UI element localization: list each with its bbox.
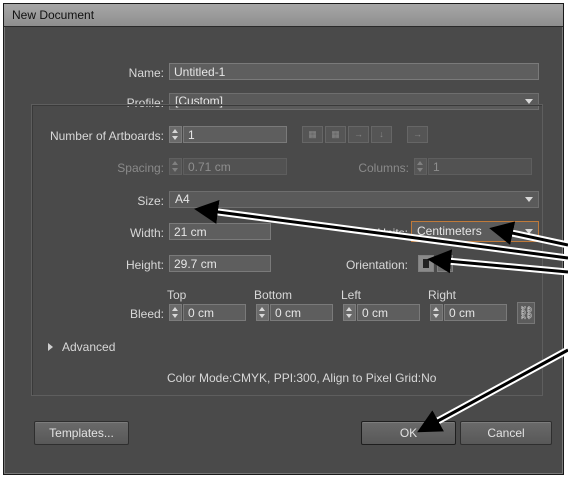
grid-by-column-icon[interactable]: ▦ <box>325 126 346 143</box>
grid-by-row-icon[interactable]: ▦ <box>302 126 323 143</box>
arrange-by-column-icon[interactable]: ↓ <box>371 126 392 143</box>
cancel-button[interactable]: Cancel <box>460 421 552 445</box>
height-label: Height: <box>125 258 164 272</box>
height-field[interactable]: 29.7 cm <box>169 255 271 272</box>
bleed-bottom-label: Bottom <box>254 288 293 302</box>
spacing-field[interactable]: 0.71 cm <box>183 158 287 175</box>
size-value: A4 <box>175 192 190 206</box>
bleed-right-stepper[interactable] <box>430 304 443 321</box>
spacing-stepper[interactable] <box>169 158 182 175</box>
width-field[interactable]: 21 cm <box>169 223 271 240</box>
columns-stepper[interactable] <box>414 158 427 175</box>
bleed-right-field[interactable]: 0 cm <box>444 304 507 321</box>
spacing-label: Spacing: <box>117 161 164 175</box>
portrait-icon[interactable] <box>418 255 434 272</box>
name-label: Name: <box>128 66 164 80</box>
bleed-top-stepper[interactable] <box>169 304 182 321</box>
bleed-left-stepper[interactable] <box>343 304 356 321</box>
document-summary: Color Mode:CMYK, PPI:300, Align to Pixel… <box>167 371 437 385</box>
window-title: New Document <box>12 8 95 22</box>
units-dropdown[interactable]: Centimeters <box>411 221 539 242</box>
columns-field[interactable]: 1 <box>428 158 532 175</box>
bleed-bottom-field[interactable]: 0 cm <box>270 304 333 321</box>
chain-link-icon[interactable]: ⛓ <box>517 302 535 324</box>
bleed-top-label: Top <box>167 288 187 302</box>
change-layout-icon[interactable]: → <box>407 126 428 143</box>
width-label: Width: <box>129 226 164 240</box>
new-document-dialog: New Document Name: Untitled-1 Profile: [… <box>3 3 564 475</box>
bleed-top-field[interactable]: 0 cm <box>183 304 246 321</box>
columns-label: Columns: <box>358 161 409 175</box>
size-dropdown[interactable]: A4 <box>169 191 539 208</box>
bleed-left-label: Left <box>341 288 362 302</box>
arrange-by-row-icon[interactable]: → <box>348 126 369 143</box>
artboards-stepper[interactable] <box>169 126 182 143</box>
size-label: Size: <box>137 194 164 208</box>
units-label: Units: <box>377 226 408 240</box>
units-value: Centimeters <box>417 224 482 238</box>
artboards-field[interactable]: 1 <box>183 126 287 143</box>
advanced-toggle[interactable]: Advanced <box>62 340 115 354</box>
expand-triangle-icon[interactable] <box>48 343 53 351</box>
bleed-label: Bleed: <box>129 307 164 321</box>
bleed-right-label: Right <box>428 288 457 302</box>
landscape-icon[interactable] <box>437 255 453 272</box>
artboards-label: Number of Artboards: <box>49 129 164 143</box>
title-bar: New Document <box>4 4 563 27</box>
orientation-label: Orientation: <box>345 258 408 272</box>
ok-button[interactable]: OK <box>361 421 456 445</box>
bleed-left-field[interactable]: 0 cm <box>357 304 420 321</box>
name-field[interactable]: Untitled-1 <box>169 63 539 80</box>
bleed-bottom-stepper[interactable] <box>256 304 269 321</box>
templates-button[interactable]: Templates... <box>34 421 129 445</box>
chevron-down-icon <box>525 229 533 234</box>
chevron-down-icon <box>525 197 533 202</box>
